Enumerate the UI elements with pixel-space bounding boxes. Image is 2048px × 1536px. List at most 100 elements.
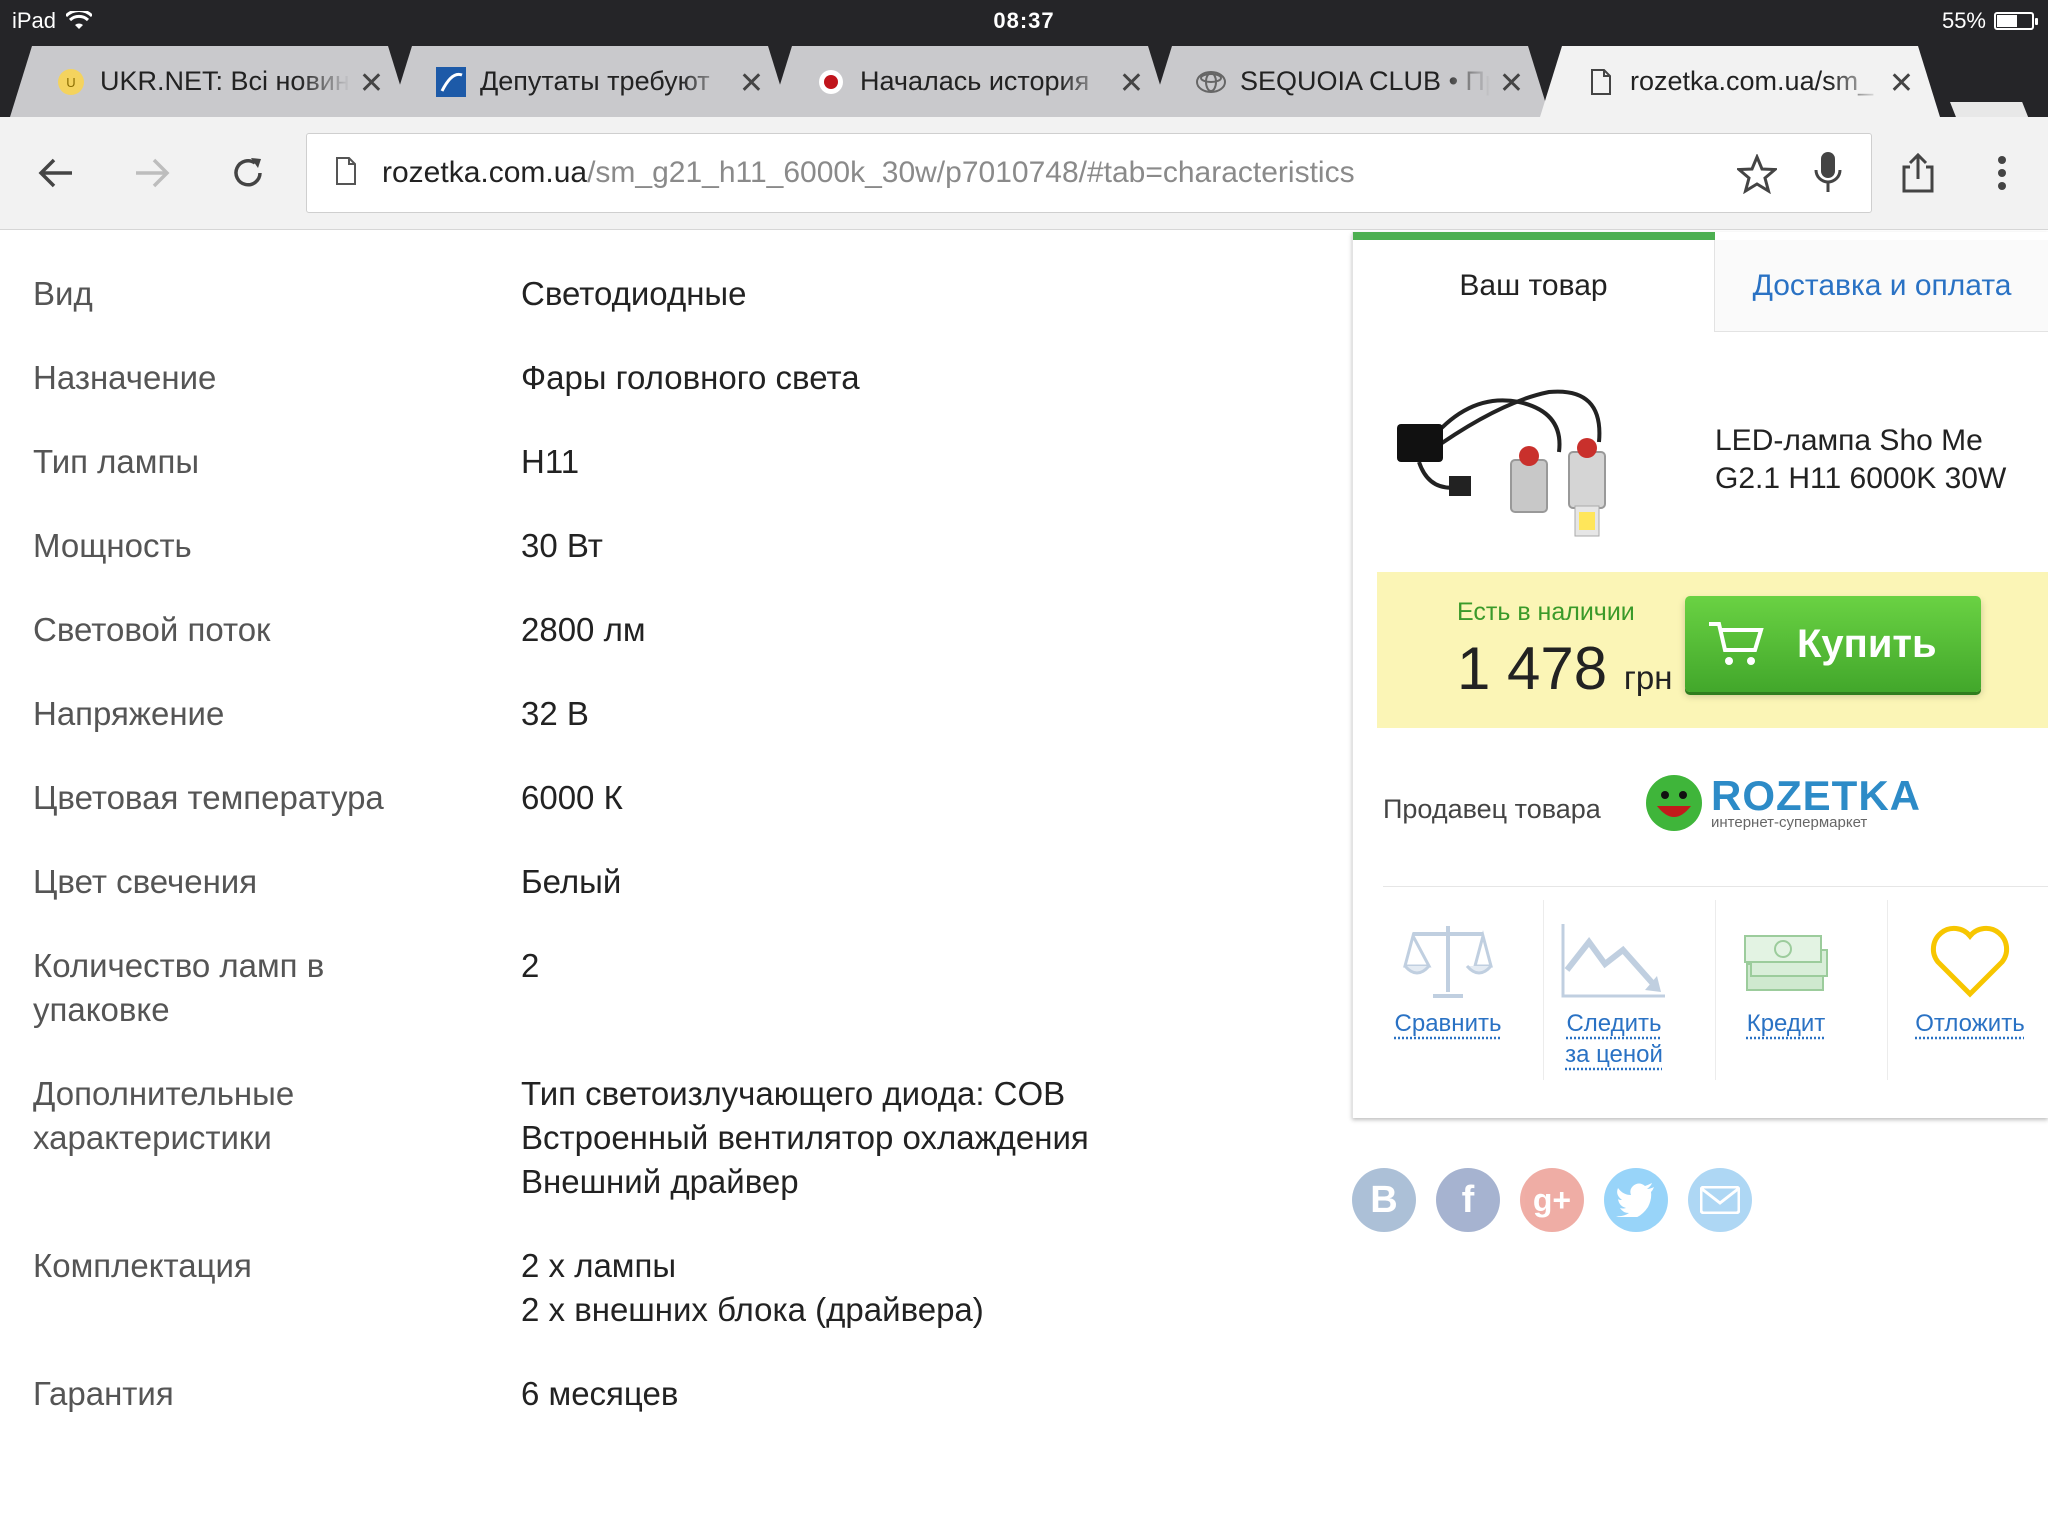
tab-title: SEQUOIA CLUB • Пр: [1240, 66, 1490, 96]
buy-button[interactable]: Купить: [1685, 596, 1981, 692]
red-dot-favicon: [816, 67, 846, 97]
divider: [1715, 900, 1716, 1080]
twitter-icon[interactable]: [1604, 1168, 1668, 1232]
spec-key: Напряжение: [33, 695, 225, 732]
tab-history[interactable]: Началась история ✕: [770, 46, 1170, 117]
tab-sequoia[interactable]: SEQUOIA CLUB • Пр ✕: [1150, 46, 1550, 117]
status-right: 55%: [1941, 8, 2038, 34]
reload-button[interactable]: [222, 147, 274, 199]
spec-key: Цветовая температура: [33, 779, 384, 816]
facebook-icon[interactable]: f: [1436, 1168, 1500, 1232]
close-icon[interactable]: ✕: [359, 66, 384, 101]
spec-value: Белый: [521, 863, 622, 900]
address-bar[interactable]: rozetka.com.ua/sm_g21_h11_6000k_30w/p701…: [306, 133, 1872, 213]
tab-ukrnet[interactable]: U UKR.NET: Всі новини ✕: [10, 46, 410, 117]
wishlist-button[interactable]: Отложить: [1895, 900, 2045, 1080]
spec-value: 2 х лампы 2 х внешних блока (драйвера): [521, 1247, 984, 1328]
wishlist-label: Отложить: [1915, 1010, 2025, 1037]
divider: [1543, 900, 1544, 1080]
close-icon[interactable]: ✕: [1499, 66, 1524, 101]
close-icon[interactable]: ✕: [1889, 66, 1914, 101]
stock-status: Есть в наличии: [1457, 598, 1635, 626]
close-icon[interactable]: ✕: [739, 66, 764, 101]
rozetka-smile-icon: [1646, 775, 1702, 831]
track-price-label-2: за ценой: [1565, 1041, 1663, 1068]
forward-button[interactable]: [126, 147, 178, 199]
toyota-favicon: [1196, 67, 1226, 97]
spec-value: 32 В: [521, 695, 589, 732]
spec-key: Мощность: [33, 527, 192, 564]
scales-icon: [1403, 926, 1493, 998]
share-button[interactable]: [1892, 147, 1944, 199]
page-icon: [1586, 67, 1616, 97]
reload-icon: [234, 158, 262, 187]
tab-title: Началась история: [860, 66, 1090, 96]
browser-toolbar: rozetka.com.ua/sm_g21_h11_6000k_30w/p701…: [0, 117, 2048, 230]
spec-value: Тип светоизлучающего диода: COB Встроенн…: [521, 1075, 1089, 1200]
battery-icon: [1994, 12, 2038, 30]
spec-key: Назначение: [33, 359, 217, 396]
product-name[interactable]: LED-лампа Sho Me G2.1 H11 6000K 30W: [1715, 422, 2035, 498]
spec-key: Комплектация: [33, 1247, 252, 1284]
price: 1 478 грн: [1457, 634, 1672, 703]
spec-value: 6 месяцев: [521, 1375, 679, 1412]
price-trend-icon: [1561, 924, 1665, 998]
ukrnet-favicon: U: [56, 67, 86, 97]
spec-key: Количество ламп в упаковке: [33, 947, 325, 1028]
page-icon: [336, 157, 356, 185]
tab-title: UKR.NET: Всі новини: [100, 66, 350, 96]
svg-text:U: U: [66, 75, 75, 90]
credit-button[interactable]: Кредит: [1721, 900, 1851, 1080]
menu-button[interactable]: [1976, 147, 2028, 199]
track-price-label-1: Следить: [1566, 1010, 1662, 1037]
star-icon[interactable]: [1737, 154, 1777, 194]
tab-title: Депутаты требуют: [480, 66, 710, 96]
compare-button[interactable]: Сравнить: [1383, 900, 1513, 1080]
battery-percent: 55%: [1941, 8, 1986, 33]
track-price-button[interactable]: Следить за ценой: [1549, 900, 1679, 1080]
microphone-icon[interactable]: [1813, 150, 1843, 196]
money-stack-icon: [1744, 935, 1828, 991]
buy-box: Есть в наличии 1 478 грн Купить: [1377, 572, 2048, 728]
price-currency: грн: [1623, 659, 1673, 696]
clock: 08:37: [993, 8, 1055, 33]
credit-label: Кредит: [1746, 1010, 1826, 1037]
price-value: 1 478: [1457, 635, 1608, 702]
spec-key: Вид: [33, 275, 93, 312]
spec-key: Световой поток: [33, 611, 271, 648]
buy-label: Купить: [1797, 621, 1937, 666]
forward-arrow-icon: [136, 158, 170, 188]
more-vertical-icon: [1998, 156, 2006, 190]
spec-value: H11: [521, 443, 580, 480]
track-price-label: Следить за ценой: [1549, 1008, 1679, 1070]
tab-strip: U UKR.NET: Всі новини ✕ Депутаты требуют…: [0, 40, 2048, 142]
product-image[interactable]: [1389, 372, 1659, 552]
back-arrow-icon: [38, 158, 72, 188]
spec-value: Фары головного света: [521, 359, 860, 396]
tab-deputies[interactable]: Депутаты требуют ✕: [390, 46, 790, 117]
close-icon[interactable]: ✕: [1119, 66, 1144, 101]
spec-key: Гарантия: [33, 1375, 174, 1412]
seller-label: Продавец товара: [1383, 794, 1601, 824]
seller-logo[interactable]: ROZETKA интернет-супермаркет: [1643, 772, 1921, 834]
spec-key: Дополнительные характеристики: [33, 1075, 295, 1156]
status-bar: iPad 08:37 55%: [0, 0, 2048, 40]
seller-name: ROZETKA: [1711, 771, 1921, 819]
news-favicon: [436, 67, 466, 97]
spec-value: 2800 лм: [521, 611, 646, 648]
spec-value: Светодиодные: [521, 275, 747, 312]
vk-icon[interactable]: B: [1352, 1168, 1416, 1232]
divider: [1383, 886, 2048, 887]
spec-key: Цвет свечения: [33, 863, 258, 900]
mail-icon[interactable]: [1688, 1168, 1752, 1232]
back-button[interactable]: [30, 147, 82, 199]
spec-key: Тип лампы: [33, 443, 200, 480]
tab-your-product[interactable]: Ваш товар: [1353, 240, 1715, 332]
url-text: rozetka.com.ua/sm_g21_h11_6000k_30w/p701…: [382, 156, 1355, 190]
tab-delivery-payment[interactable]: Доставка и оплата: [1715, 240, 2048, 332]
product-panel: Ваш товар Доставка и оплата LED-лампа Sh…: [1352, 232, 2048, 1118]
tab-title: rozetka.com.ua/sm_: [1630, 66, 1874, 96]
google-plus-icon[interactable]: g+: [1520, 1168, 1584, 1232]
spec-value: 30 Вт: [521, 527, 603, 564]
tab-rozetka[interactable]: rozetka.com.ua/sm_ ✕: [1540, 46, 1940, 117]
